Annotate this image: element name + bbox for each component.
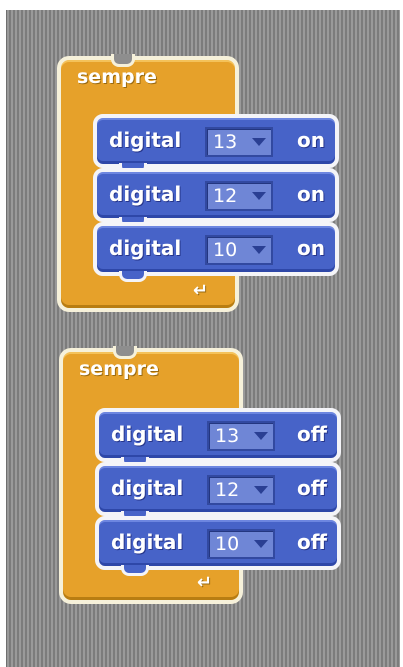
forever-label: sempre <box>77 66 157 88</box>
command-label: digital <box>109 182 182 206</box>
pin-value: 13 <box>215 425 240 447</box>
state-label: off <box>297 530 327 554</box>
scripts-workspace[interactable]: sempre ↵ digital 13 on digital 12 on dig… <box>6 10 400 667</box>
pin-dropdown[interactable]: 13 <box>205 127 273 157</box>
digital-command-block[interactable]: digital 13 off <box>95 408 341 468</box>
pin-value: 10 <box>213 239 238 261</box>
dropdown-arrow-icon <box>254 432 268 440</box>
pin-dropdown[interactable]: 13 <box>207 421 275 451</box>
command-label: digital <box>111 476 184 500</box>
digital-command-block[interactable]: digital 10 off <box>95 516 341 576</box>
loop-arrow-icon: ↵ <box>197 572 213 593</box>
loop-arrow-icon: ↵ <box>193 280 209 301</box>
pin-dropdown[interactable]: 12 <box>207 475 275 505</box>
state-label: on <box>297 182 325 206</box>
pin-value: 10 <box>215 533 240 555</box>
digital-command-block[interactable]: digital 12 on <box>93 168 339 228</box>
command-label: digital <box>109 128 182 152</box>
pin-dropdown[interactable]: 12 <box>205 181 273 211</box>
forever-label: sempre <box>79 358 159 380</box>
state-label: off <box>297 476 327 500</box>
dropdown-arrow-icon <box>254 540 268 548</box>
command-label: digital <box>111 530 184 554</box>
state-label: on <box>297 236 325 260</box>
state-label: on <box>297 128 325 152</box>
dropdown-arrow-icon <box>252 246 266 254</box>
dropdown-arrow-icon <box>254 486 268 494</box>
pin-value: 12 <box>215 479 240 501</box>
digital-command-block[interactable]: digital 12 off <box>95 462 341 522</box>
digital-command-block[interactable]: digital 10 on <box>93 222 339 282</box>
pin-dropdown[interactable]: 10 <box>205 235 273 265</box>
digital-command-block[interactable]: digital 13 on <box>93 114 339 174</box>
dropdown-arrow-icon <box>252 192 266 200</box>
state-label: off <box>297 422 327 446</box>
pin-value: 12 <box>213 185 238 207</box>
dropdown-arrow-icon <box>252 138 266 146</box>
command-label: digital <box>109 236 182 260</box>
pin-dropdown[interactable]: 10 <box>207 529 275 559</box>
pin-value: 13 <box>213 131 238 153</box>
command-label: digital <box>111 422 184 446</box>
